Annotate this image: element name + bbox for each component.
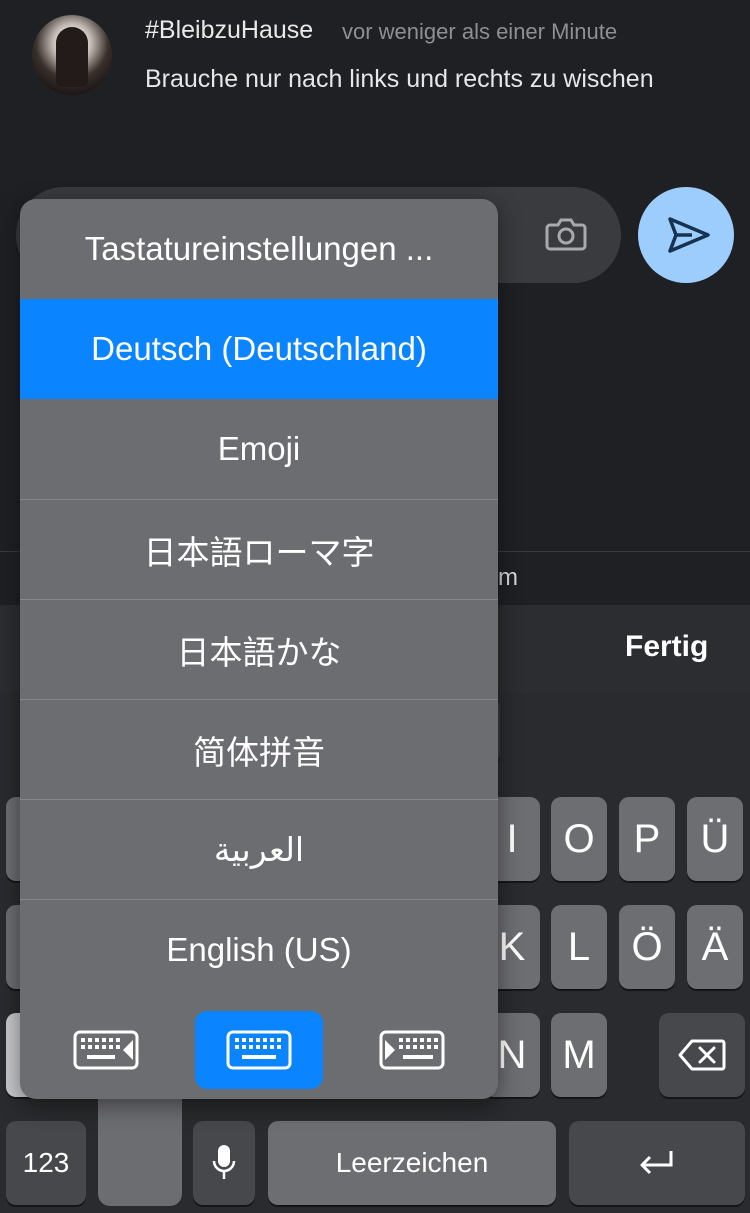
- camera-icon[interactable]: [544, 212, 588, 256]
- backspace-key[interactable]: [659, 1013, 745, 1097]
- keyboard-full-button[interactable]: [195, 1011, 323, 1089]
- dictation-key[interactable]: [193, 1121, 255, 1205]
- avatar[interactable]: [32, 15, 112, 95]
- numbers-key[interactable]: 123: [6, 1121, 86, 1205]
- globe-key[interactable]: [98, 1090, 182, 1206]
- delete-icon: [678, 1039, 726, 1071]
- key-ue[interactable]: Ü: [687, 797, 743, 881]
- menu-item-keyboard-settings[interactable]: Tastatureinstellungen ...: [20, 199, 498, 299]
- menu-item-chinese-pinyin[interactable]: 简体拼音: [20, 699, 498, 799]
- language-menu: Tastatureinstellungen ... Deutsch (Deuts…: [20, 199, 498, 1099]
- menu-item-german[interactable]: Deutsch (Deutschland): [20, 299, 498, 399]
- microphone-icon: [212, 1145, 236, 1179]
- keyboard-full-icon: [226, 1030, 292, 1070]
- key-l[interactable]: L: [551, 905, 607, 989]
- post-timestamp: vor weniger als einer Minute: [342, 19, 618, 44]
- key-ae[interactable]: Ä: [687, 905, 743, 989]
- keyboard-left-button[interactable]: [42, 1011, 170, 1089]
- keyboard-right-button[interactable]: [348, 1011, 476, 1089]
- key-o[interactable]: O: [551, 797, 607, 881]
- return-key[interactable]: [569, 1121, 745, 1205]
- space-key[interactable]: Leerzeichen: [268, 1121, 556, 1205]
- menu-item-emoji[interactable]: Emoji: [20, 399, 498, 499]
- post-message: Brauche nur nach links und rechts zu wis…: [145, 65, 654, 93]
- key-m[interactable]: M: [551, 1013, 607, 1097]
- key-oe[interactable]: Ö: [619, 905, 675, 989]
- send-icon: [668, 217, 710, 253]
- menu-item-english-us[interactable]: English (US): [20, 899, 498, 999]
- menu-item-japanese-kana[interactable]: 日本語かな: [20, 599, 498, 699]
- menu-item-arabic[interactable]: العربية: [20, 799, 498, 899]
- key-p[interactable]: P: [619, 797, 675, 881]
- menu-item-japanese-romaji[interactable]: 日本語ローマ字: [20, 499, 498, 599]
- return-icon: [640, 1151, 673, 1175]
- done-button[interactable]: Fertig: [625, 630, 708, 664]
- keyboard-left-icon: [73, 1030, 139, 1070]
- post-username[interactable]: #BleibzuHause: [145, 16, 313, 45]
- obscured-text: m: [498, 564, 518, 591]
- keyboard-right-icon: [379, 1030, 445, 1070]
